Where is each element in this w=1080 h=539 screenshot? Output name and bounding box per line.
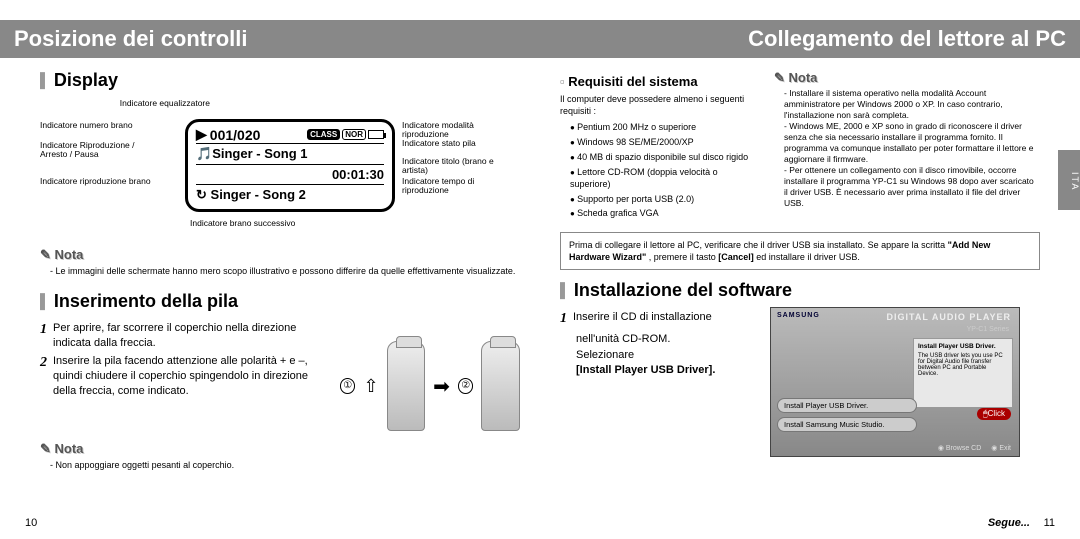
install-row: 1 Inserire il CD di installazione nell'u… xyxy=(560,307,1040,457)
lcd-row-2: 🎵Singer - Song 1 xyxy=(196,143,384,164)
page-right: Collegamento del lettore al PC ITA Requi… xyxy=(540,0,1080,539)
nota-right-label: Nota xyxy=(774,70,1034,86)
callout-title-artist: Indicatore titolo (brano e artista) xyxy=(402,157,520,176)
callout-play-pause: Indicatore Riproduzione / Arresto / Paus… xyxy=(40,141,160,160)
callout-play-time: Indicatore tempo di riproduzione xyxy=(402,177,520,196)
left-title-bar: Posizione dei controlli xyxy=(0,20,540,58)
section-display-heading: Display xyxy=(40,70,520,91)
section-battery-heading: Inserimento della pila xyxy=(40,291,520,312)
lcd-time: 00:01:30 xyxy=(332,167,384,182)
req-item: Lettore CD-ROM (doppia velocità o superi… xyxy=(570,166,760,191)
nota-right-column: Nota Installare il sistema operativo nel… xyxy=(774,70,1034,222)
requirements-list: Pentium 200 MHz o superiore Windows 98 S… xyxy=(560,121,760,220)
lcd-song1: Singer - Song 1 xyxy=(212,146,307,161)
pre-connect-text-mid: , premere il tasto xyxy=(649,252,719,262)
pre-connect-text-end: ed installare il driver USB. xyxy=(756,252,860,262)
nor-badge: NOR xyxy=(342,129,366,140)
step-text-1: Per aprire, far scorrere il coperchio ne… xyxy=(53,321,310,351)
panel-body: The USB driver lets you use PC for Digit… xyxy=(918,353,1008,377)
page-number-left: 10 xyxy=(25,517,37,529)
callout-track-num: Indicatore numero brano xyxy=(40,121,133,130)
step-num-1: 1 xyxy=(40,321,47,351)
page-number-right: 11 xyxy=(1044,517,1055,529)
nota-r-item: Windows ME, 2000 e XP sono in grado di r… xyxy=(784,121,1034,165)
arrow-right-icon: ➡ xyxy=(433,374,450,399)
install-step-line1: Inserire il CD di installazione xyxy=(573,310,712,329)
lcd-counter: 001/020 xyxy=(210,127,261,143)
nota-right-list: Installare il sistema operativo nella mo… xyxy=(774,88,1034,210)
right-title-bar: Collegamento del lettore al PC xyxy=(540,20,1080,58)
diagram-num-1: ① xyxy=(340,378,355,394)
callout-battery: Indicatore stato pila xyxy=(402,139,476,148)
lcd-song2: Singer - Song 2 xyxy=(211,187,306,202)
installer-screenshot: SAMSUNG DIGITAL AUDIO PLAYER YP-C1 Serie… xyxy=(770,307,1020,457)
installer-btn-usb-driver[interactable]: Install Player USB Driver. xyxy=(777,398,917,413)
req-item: Supporto per porta USB (2.0) xyxy=(570,193,760,206)
nota-2-list: Non appoggiare oggetti pesanti al coperc… xyxy=(40,459,520,471)
install-step-line3: Selezionare xyxy=(576,348,760,363)
req-item: Scheda grafica VGA xyxy=(570,207,760,220)
requirements-heading: Requisiti del sistema xyxy=(560,74,760,89)
language-tab: ITA xyxy=(1058,150,1080,210)
note-icon: 🎵 xyxy=(196,146,212,161)
section-install-heading: Installazione del software xyxy=(560,280,1040,301)
battery-step-1: 1 Per aprire, far scorrere il coperchio … xyxy=(40,321,310,351)
click-indicator-icon: 🖱Click xyxy=(977,408,1011,420)
arrow-up-icon: ⇧ xyxy=(363,376,378,397)
nota-2-item: Non appoggiare oggetti pesanti al coperc… xyxy=(50,459,520,471)
callout-eq: Indicatore equalizzatore xyxy=(120,99,210,108)
nota-1-list: Le immagini delle schermate hanno mero s… xyxy=(40,265,520,277)
screenshot-info-panel: Install Player USB Driver. The USB drive… xyxy=(913,338,1013,408)
lcd-row-3: 00:01:30 xyxy=(196,164,384,184)
display-diagram: Indicatore equalizzatore Indicatore nume… xyxy=(40,99,520,239)
install-step-line2: nell'unità CD-ROM. xyxy=(576,332,760,347)
callout-track-rep: Indicatore riproduzione brano xyxy=(40,177,160,186)
lcd-screen: ▶ 001/020 CLASS NOR 🎵Singer - Song 1 00 xyxy=(185,119,395,212)
pre-connect-note-box: Prima di collegare il lettore al PC, ver… xyxy=(560,232,1040,270)
lcd-row-1: ▶ 001/020 CLASS NOR xyxy=(196,126,384,143)
pre-connect-text-1: Prima di collegare il lettore al PC, ver… xyxy=(569,240,948,250)
nota-r-item: Installare il sistema operativo nella mo… xyxy=(784,88,1034,121)
diagram-num-2: ② xyxy=(458,378,473,394)
install-step-num: 1 xyxy=(560,310,567,329)
manual-spread: Posizione dei controlli Display Indicato… xyxy=(0,0,1080,539)
req-item: Windows 98 SE/ME/2000/XP xyxy=(570,136,760,149)
panel-title: Install Player USB Driver. xyxy=(918,343,1008,350)
lcd-row-4: ↻ Singer - Song 2 xyxy=(196,184,384,203)
screenshot-product: DIGITAL AUDIO PLAYER xyxy=(886,312,1011,322)
pre-connect-bold-2: [Cancel] xyxy=(718,252,754,262)
device-illustration-2 xyxy=(481,341,520,431)
step-num-2: 2 xyxy=(40,354,47,399)
eq-badge: CLASS xyxy=(307,129,340,140)
installer-browse-cd[interactable]: ◉ Browse CD xyxy=(938,444,981,452)
req-item: Pentium 200 MHz o superiore xyxy=(570,121,760,134)
nota-r-item: Per ottenere un collegamento con il disc… xyxy=(784,165,1034,209)
screenshot-model: YP-C1 Series xyxy=(967,326,1009,333)
callout-play-mode: Indicatore modalità riproduzione xyxy=(402,121,520,140)
callout-next-track: Indicatore brano successivo xyxy=(190,219,295,228)
installer-exit[interactable]: ◉ Exit xyxy=(991,444,1011,452)
battery-step-2: 2 Inserire la pila facendo attenzione al… xyxy=(40,354,310,399)
requirements-intro: Il computer deve possedere almeno i segu… xyxy=(560,93,760,117)
page-left: Posizione dei controlli Display Indicato… xyxy=(0,0,540,539)
req-item: 40 MB di spazio disponibile sul disco ri… xyxy=(570,151,760,164)
continue-indicator: Segue... xyxy=(988,517,1030,529)
nota-1-item: Le immagini delle schermate hanno mero s… xyxy=(50,265,520,277)
battery-icon xyxy=(368,130,384,139)
repeat-icon: ↻ xyxy=(196,187,207,202)
installer-btn-music-studio[interactable]: Install Samsung Music Studio. xyxy=(777,417,917,432)
battery-diagram: ① ⇧ ➡ ② xyxy=(340,341,520,431)
screenshot-brand: SAMSUNG xyxy=(777,312,820,319)
device-illustration-1 xyxy=(387,341,426,431)
step-text-2: Inserire la pila facendo attenzione alle… xyxy=(53,354,310,399)
requirements-column: Requisiti del sistema Il computer deve p… xyxy=(560,70,760,222)
nota-1-label: Nota xyxy=(40,247,520,263)
install-step-bold: [Install Player USB Driver]. xyxy=(576,363,760,378)
install-step-text: 1 Inserire il CD di installazione nell'u… xyxy=(560,307,760,457)
play-icon: ▶ xyxy=(196,126,207,143)
nota-2-label: Nota xyxy=(40,441,520,457)
